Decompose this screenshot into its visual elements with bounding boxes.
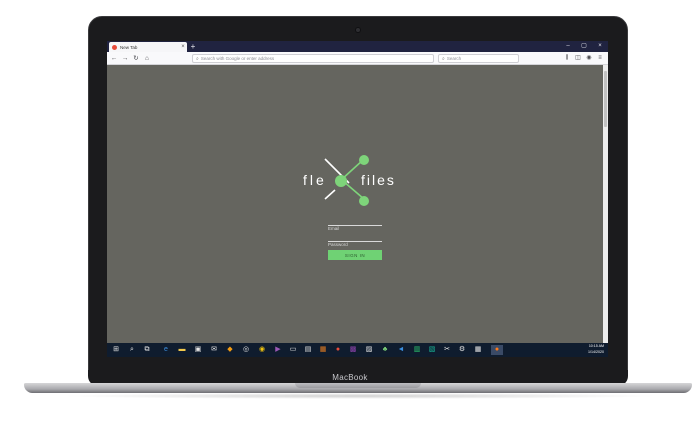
menu-icon[interactable]: ≡ — [595, 53, 605, 64]
reload-icon[interactable]: ↻ — [131, 53, 141, 64]
app-icon[interactable]: ⚙ — [457, 345, 467, 355]
url-bar[interactable]: ⌕ Search with Google or enter address — [192, 54, 434, 63]
maximize-icon[interactable]: ▢ — [577, 41, 591, 52]
app-icon[interactable]: ♣ — [380, 345, 390, 355]
url-placeholder: Search with Google or enter address — [200, 56, 275, 61]
home-icon[interactable]: ⌂ — [142, 53, 152, 64]
visual-studio-icon[interactable]: ▶ — [273, 345, 283, 355]
plus-icon[interactable]: + — [188, 41, 198, 52]
password-field-wrap — [328, 233, 382, 249]
app-icon[interactable]: ✂ — [442, 345, 452, 355]
app-icon[interactable]: ◆ — [225, 345, 235, 355]
account-icon[interactable]: ◉ — [584, 53, 594, 64]
calculator-icon[interactable]: ▦ — [473, 345, 483, 355]
taskbar: ⊞ ⌕ ⧉ e ▬ ▣ ✉ ◆ ◎ ◉ ▶ ▭ ▤ ▦ ● ▩ ▨ ♣ ◄ ▥ … — [107, 343, 608, 357]
sign-in-button[interactable]: SIGN IN — [328, 250, 382, 260]
email-field[interactable] — [328, 224, 382, 233]
photos-icon[interactable]: ◎ — [241, 345, 251, 355]
app-icon[interactable]: ▤ — [303, 345, 313, 355]
minimize-icon[interactable]: – — [561, 41, 575, 52]
app-icon[interactable]: ▥ — [412, 345, 422, 355]
brand-label: MacBook — [332, 373, 368, 382]
search-placeholder: Search — [446, 56, 462, 61]
page-scrollbar[interactable] — [603, 65, 608, 343]
close-window-icon[interactable]: × — [593, 41, 607, 52]
back-arrow-icon[interactable]: ← — [109, 53, 119, 64]
screen: New Tab × + – ▢ × ← → ↻ ⌂ ⌕ Search with … — [107, 41, 608, 357]
camera-icon — [356, 28, 360, 32]
app-icon[interactable]: ▧ — [427, 345, 437, 355]
laptop-base-notch — [295, 383, 421, 388]
mail-icon[interactable]: ✉ — [209, 345, 219, 355]
browser-tab[interactable]: New Tab × — [109, 42, 187, 52]
sidebar-icon[interactable]: ◫ — [573, 53, 583, 64]
chrome-icon[interactable]: ◉ — [257, 345, 267, 355]
logo-node — [359, 196, 369, 206]
search-icon[interactable]: ⌕ — [127, 345, 137, 355]
system-clock[interactable]: 10:15 AM 1/14/2020 — [574, 344, 604, 355]
vscode-icon[interactable]: ◄ — [396, 345, 406, 355]
app-icon[interactable]: ▩ — [348, 345, 358, 355]
close-tab-icon[interactable]: × — [179, 42, 187, 52]
logo-node — [359, 155, 369, 165]
laptop-shadow — [60, 393, 660, 399]
browser-favicon-icon — [112, 44, 117, 50]
search-bar[interactable]: ⌕ Search — [438, 54, 519, 63]
app-icon[interactable]: ▦ — [318, 345, 328, 355]
forward-arrow-icon[interactable]: → — [120, 53, 130, 64]
search-icon: ⌕ — [442, 55, 445, 62]
tab-bar: New Tab × + – ▢ × — [107, 41, 608, 52]
logo-text-right: files — [361, 172, 396, 188]
firefox-icon[interactable]: ● — [491, 345, 503, 355]
stage: MacBook New Tab × + – ▢ × ← → ↻ ⌂ ⌕ Sear… — [0, 0, 700, 425]
logo-stroke — [324, 189, 336, 200]
task-view-icon[interactable]: ⧉ — [142, 345, 152, 355]
tab-title: New Tab — [120, 44, 138, 50]
library-icon[interactable]: ⫼ — [562, 53, 572, 64]
logo-node — [335, 175, 347, 187]
app-icon[interactable]: ● — [333, 345, 343, 355]
store-icon[interactable]: ▣ — [193, 345, 203, 355]
browser-toolbar: ← → ↻ ⌂ ⌕ Search with Google or enter ad… — [107, 52, 608, 65]
email-field-wrap — [328, 217, 382, 233]
flexfiles-logo: fle files — [303, 155, 396, 206]
image-icon[interactable]: ▨ — [364, 345, 374, 355]
edge-browser-icon[interactable]: e — [161, 345, 171, 355]
clock-date: 1/14/2020 — [588, 349, 604, 354]
file-explorer-icon[interactable]: ▬ — [177, 345, 187, 355]
windows-start-icon[interactable]: ⊞ — [111, 345, 121, 355]
password-field[interactable] — [328, 240, 382, 249]
logo-text-left: fle — [303, 172, 327, 188]
scrollbar-thumb[interactable] — [604, 71, 607, 127]
terminal-icon[interactable]: ▭ — [288, 345, 298, 355]
search-icon: ⌕ — [196, 55, 199, 62]
